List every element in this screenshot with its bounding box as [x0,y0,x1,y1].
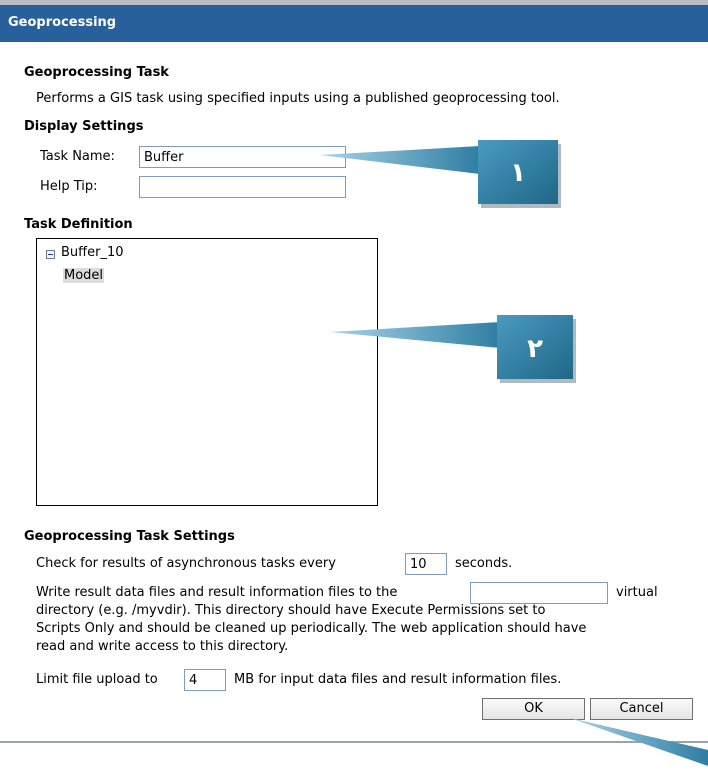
callout-label-2: ٢ [527,334,543,364]
callout-pointer-3 [570,718,708,766]
callout-pointer-1 [320,146,480,174]
callout-pointer-2 [330,322,500,348]
callout-overlay: ١ ٢ [320,140,708,766]
callout-label-1: ١ [510,158,526,188]
